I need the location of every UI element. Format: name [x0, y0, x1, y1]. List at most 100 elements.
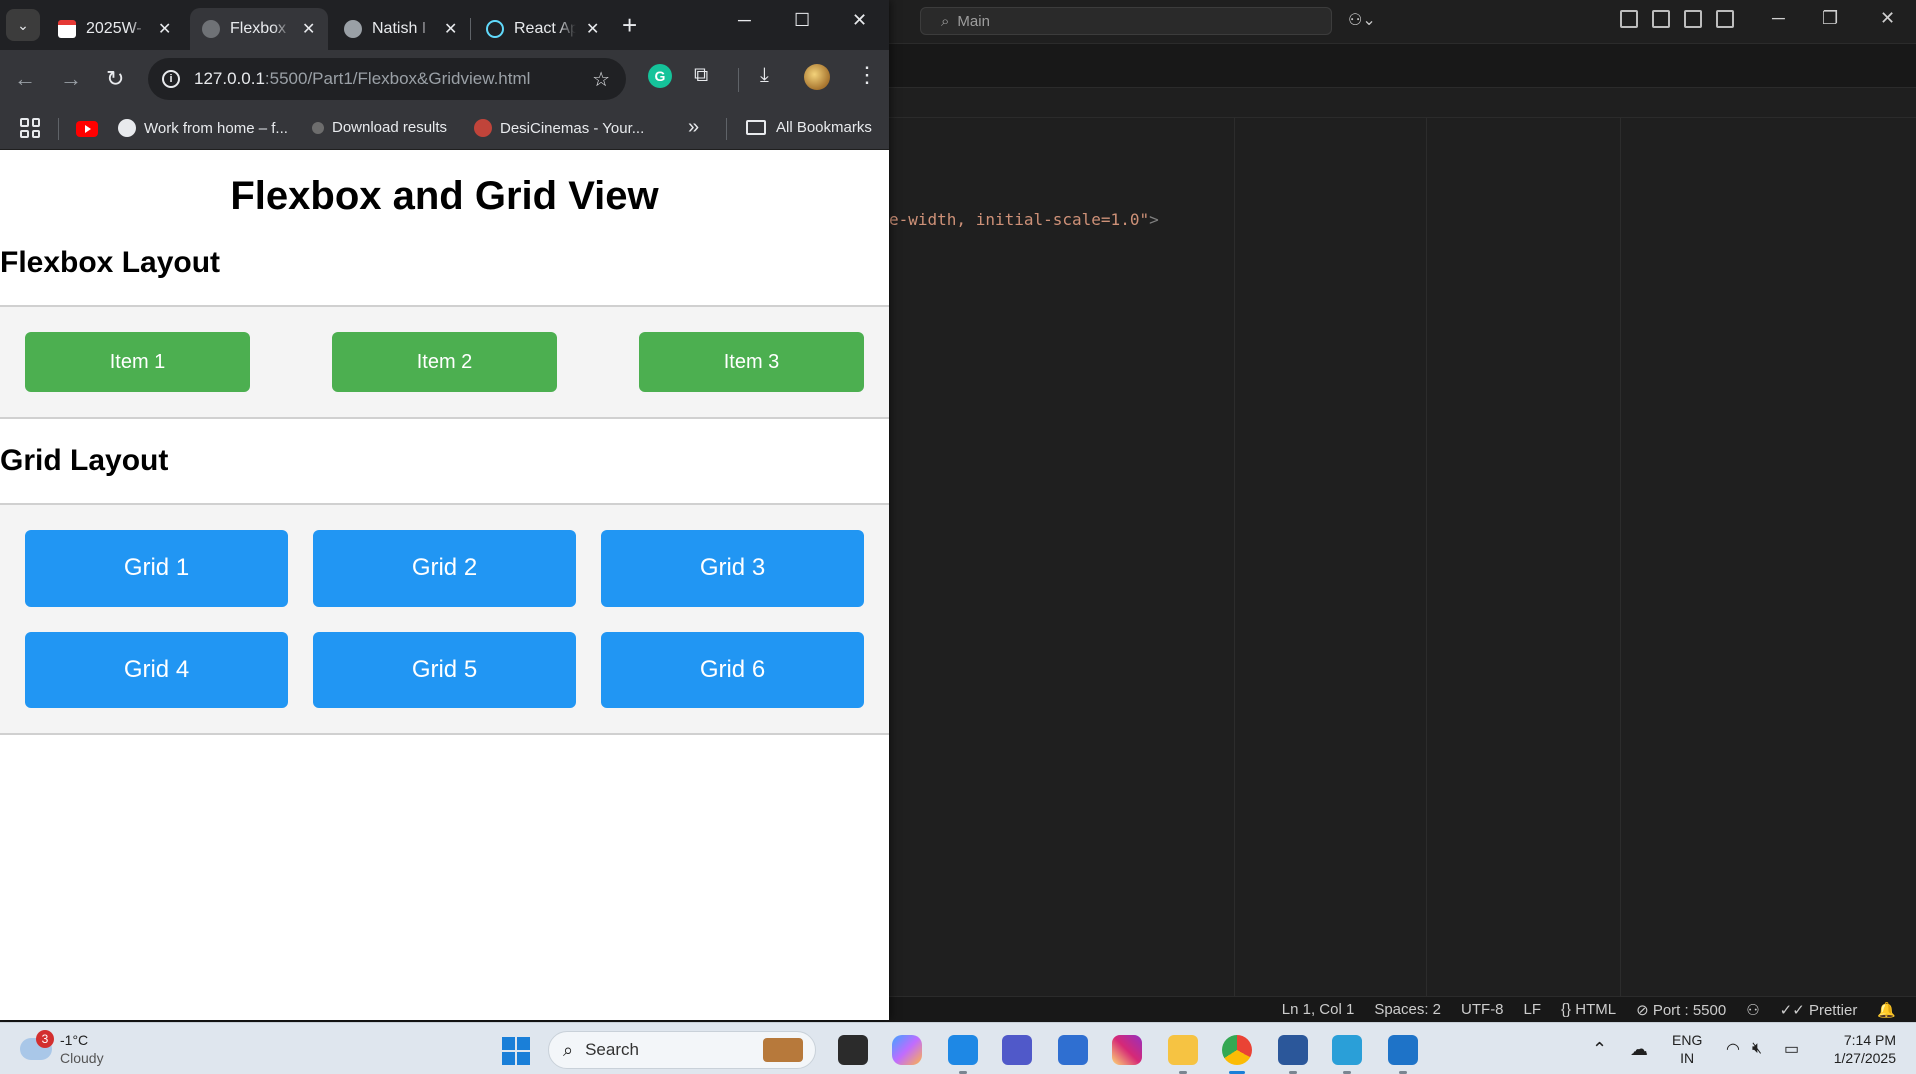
language-code: ENG	[1672, 1032, 1703, 1048]
close-icon[interactable]: ✕	[1880, 8, 1895, 29]
live-server-port[interactable]: ⊘ Port : 5500	[1636, 1001, 1726, 1019]
language-mode[interactable]: {} HTML	[1561, 1001, 1616, 1018]
tab-2025w[interactable]: 2025W- ✕	[46, 8, 188, 50]
tab-close-icon[interactable]: ✕	[302, 19, 315, 39]
tab-favicon-icon	[58, 20, 76, 38]
download-icon[interactable]: ⤓	[760, 64, 769, 87]
bookmark-star-icon[interactable]: ☆	[592, 67, 610, 92]
search-icon: ⌕	[941, 12, 950, 30]
address-bar[interactable]: i 127.0.0.1:5500/Part1/Flexbox&Gridview.…	[148, 58, 626, 100]
wifi-icon[interactable]: ◠	[1726, 1023, 1740, 1074]
taskbar-search[interactable]: ⌕ Search	[548, 1031, 816, 1069]
tab-natish[interactable]: Natish I ✕	[332, 8, 470, 50]
tab-close-icon[interactable]: ✕	[444, 19, 457, 39]
maximize-icon[interactable]: ☐	[794, 10, 810, 31]
flexbox-heading: Flexbox Layout	[0, 246, 221, 279]
apps-grid-icon[interactable]	[20, 118, 40, 138]
chrome-menu-icon[interactable]: ⋮	[856, 64, 878, 86]
battery-icon[interactable]: ▭	[1784, 1023, 1799, 1074]
flex-container: Item 1 Item 2 Item 3	[0, 305, 889, 419]
extensions-puzzle-icon[interactable]: ⧉	[694, 64, 708, 87]
layout-controls	[1620, 10, 1734, 28]
restore-icon[interactable]: ❐	[1822, 8, 1838, 29]
search-label: Search	[585, 1040, 639, 1059]
bookmark-divider	[58, 118, 59, 140]
weather-widget[interactable]: 3 -1°C Cloudy	[20, 1030, 104, 1067]
command-center-search[interactable]: ⌕ Main	[920, 7, 1332, 35]
youtube-icon[interactable]	[76, 121, 98, 137]
all-bookmarks-label: All Bookmarks	[776, 119, 872, 136]
photos-icon[interactable]	[1388, 1035, 1418, 1074]
system-clock[interactable]: 7:14 PM 1/27/2025	[1834, 1031, 1896, 1067]
back-arrow-icon[interactable]: ←	[14, 66, 36, 92]
encoding[interactable]: UTF-8	[1461, 1001, 1504, 1018]
toggle-secondary-sidebar-icon[interactable]	[1716, 10, 1734, 28]
tab-separator	[470, 18, 471, 40]
reload-icon[interactable]: ↻	[106, 66, 124, 92]
tab-close-icon[interactable]: ✕	[586, 19, 599, 39]
close-icon[interactable]: ✕	[852, 10, 867, 31]
all-bookmarks[interactable]: All Bookmarks	[746, 119, 872, 136]
profile-avatar[interactable]	[804, 64, 830, 90]
vscode-taskbar-icon[interactable]	[948, 1035, 978, 1074]
minimize-icon[interactable]: ─	[738, 10, 751, 31]
bookmark-download-results[interactable]: Download results	[312, 119, 447, 136]
clock-time: 7:14 PM	[1843, 1032, 1896, 1048]
toggle-panel-icon[interactable]	[1684, 10, 1702, 28]
copilot-icon[interactable]: ⚇⌄	[1348, 10, 1376, 30]
grid-item: Grid 3	[601, 530, 864, 607]
copilot-status-icon[interactable]: ⚇	[1746, 1001, 1759, 1019]
new-tab-plus-icon[interactable]: +	[622, 10, 637, 40]
toolbar-divider	[738, 68, 739, 92]
bookmark-label: DesiCinemas - Your...	[500, 119, 645, 137]
instagram-icon[interactable]	[1112, 1035, 1142, 1065]
prettier-status[interactable]: ✓✓ Prettier	[1780, 1001, 1858, 1019]
site-info-icon[interactable]: i	[162, 70, 180, 88]
region-code: IN	[1680, 1050, 1695, 1066]
notifications-bell-icon[interactable]: 🔔	[1877, 1001, 1896, 1019]
file-explorer-icon[interactable]	[1168, 1035, 1198, 1074]
forward-arrow-icon[interactable]: →	[60, 66, 82, 92]
tab-search-chevron-icon[interactable]: ⌄	[6, 9, 40, 41]
url-host: 127.0.0.1	[194, 69, 265, 88]
taskbar: 3 -1°C Cloudy ⌕ Search ⌃ ☁ ENG IN ◠ 🔇︎ ▭…	[0, 1022, 1916, 1074]
minimize-icon[interactable]: ─	[1772, 8, 1785, 29]
notepad-icon[interactable]	[1332, 1035, 1362, 1074]
weather-badge: 3	[36, 1030, 54, 1048]
input-language[interactable]: ENG IN	[1672, 1031, 1702, 1067]
grid-item: Grid 2	[313, 530, 576, 607]
tab-close-icon[interactable]: ✕	[158, 19, 171, 39]
windows-start-icon[interactable]	[502, 1037, 530, 1065]
volume-muted-icon[interactable]: 🔇︎	[1752, 1023, 1762, 1074]
code-line[interactable]: e-width, initial-scale=1.0">	[889, 210, 1159, 229]
copilot-icon[interactable]	[892, 1035, 922, 1065]
show-hidden-icons-chevron-icon[interactable]: ⌃	[1592, 1023, 1607, 1074]
microsoft-store-icon[interactable]	[1058, 1035, 1088, 1065]
code-text: e-width, initial-scale=1.0"	[889, 210, 1150, 229]
word-icon[interactable]	[1278, 1035, 1308, 1074]
bookmarks-bar: Work from home – f... Download results D…	[0, 108, 889, 150]
task-view-icon[interactable]	[838, 1035, 868, 1065]
grid-container: Grid 1 Grid 2 Grid 3 Grid 4 Grid 5 Grid …	[0, 503, 889, 735]
cursor-position[interactable]: Ln 1, Col 1	[1282, 1001, 1355, 1018]
customize-layout-icon[interactable]	[1620, 10, 1638, 28]
grid-item: Grid 1	[25, 530, 288, 607]
globe-icon	[344, 20, 362, 38]
code-punctuation: >	[1149, 210, 1159, 229]
bookmarks-overflow-chevron-icon[interactable]: »	[688, 116, 699, 139]
tab-flexbox[interactable]: Flexbox ✕	[190, 8, 328, 50]
flex-item: Item 2	[332, 332, 557, 392]
toggle-primary-sidebar-icon[interactable]	[1652, 10, 1670, 28]
onedrive-offline-icon[interactable]: ☁	[1630, 1023, 1648, 1074]
chrome-taskbar-icon[interactable]	[1222, 1035, 1252, 1074]
tab-react-app[interactable]: React Ap ✕	[474, 8, 612, 50]
web-page: Flexbox and Grid View Flexbox Layout Ite…	[0, 150, 889, 1020]
grammarly-extension-icon[interactable]: G	[648, 64, 672, 88]
bookmark-work-from-home[interactable]: Work from home – f...	[118, 119, 288, 137]
teams-icon[interactable]	[1002, 1035, 1032, 1065]
clock-date: 1/27/2025	[1833, 1050, 1896, 1066]
end-of-line[interactable]: LF	[1524, 1001, 1542, 1018]
react-icon	[486, 20, 504, 38]
indentation[interactable]: Spaces: 2	[1374, 1001, 1441, 1018]
bookmark-desicinemas[interactable]: DesiCinemas - Your...	[474, 119, 644, 137]
